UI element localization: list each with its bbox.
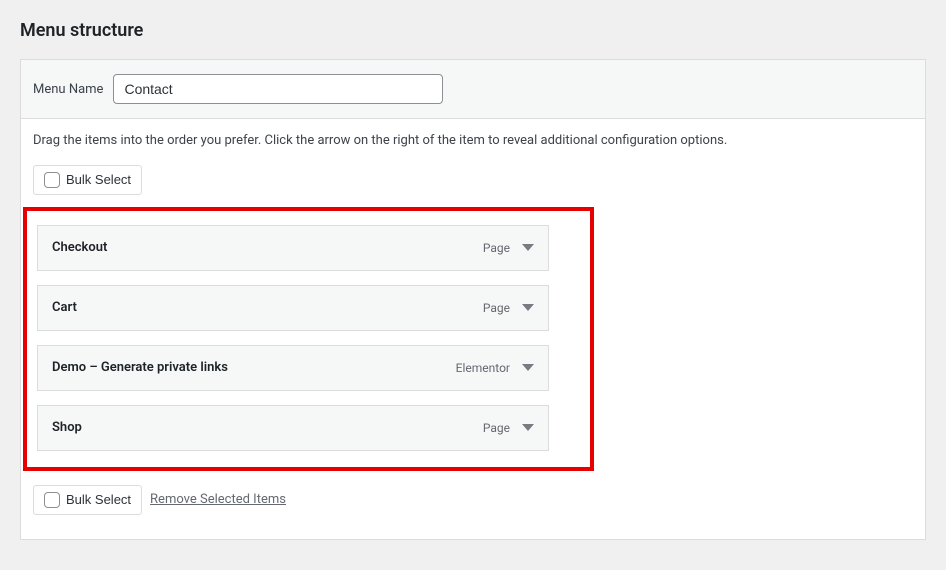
menu-name-label: Menu Name	[33, 82, 103, 97]
menu-item[interactable]: Demo – Generate private links Elementor	[37, 345, 549, 391]
menu-item-type: Elementor	[456, 361, 510, 375]
menu-item-title: Checkout	[52, 240, 107, 255]
checkbox-icon	[44, 172, 60, 188]
highlight-box: Checkout Page Cart Page	[23, 207, 594, 471]
menu-item-controls: Page	[483, 301, 534, 315]
section-heading: Menu structure	[20, 20, 926, 41]
bulk-select-top-button[interactable]: Bulk Select	[33, 165, 142, 195]
menu-item-controls: Page	[483, 241, 534, 255]
menu-item-title: Demo – Generate private links	[52, 360, 228, 375]
chevron-down-icon[interactable]	[522, 244, 534, 251]
menu-item[interactable]: Shop Page	[37, 405, 549, 451]
menu-item[interactable]: Checkout Page	[37, 225, 549, 271]
menu-item-controls: Page	[483, 421, 534, 435]
menu-item-type: Page	[483, 241, 510, 255]
menu-item-title: Shop	[52, 420, 82, 435]
menu-item[interactable]: Cart Page	[37, 285, 549, 331]
menu-name-input[interactable]	[113, 74, 443, 104]
menu-item-type: Page	[483, 421, 510, 435]
chevron-down-icon[interactable]	[522, 364, 534, 371]
chevron-down-icon[interactable]	[522, 304, 534, 311]
menu-name-row: Menu Name	[21, 60, 925, 119]
bulk-select-top-row: Bulk Select	[33, 165, 913, 195]
menu-body: Drag the items into the order you prefer…	[21, 119, 925, 539]
bulk-select-bottom-label: Bulk Select	[66, 492, 131, 507]
menu-structure-panel: Menu Name Drag the items into the order …	[20, 59, 926, 540]
bulk-select-bottom-button[interactable]: Bulk Select	[33, 485, 142, 515]
menu-item-type: Page	[483, 301, 510, 315]
menu-item-title: Cart	[52, 300, 77, 315]
remove-selected-link[interactable]: Remove Selected Items	[150, 492, 286, 507]
checkbox-icon	[44, 492, 60, 508]
menu-items-list: Checkout Page Cart Page	[37, 225, 580, 451]
bulk-select-top-label: Bulk Select	[66, 172, 131, 187]
chevron-down-icon[interactable]	[522, 424, 534, 431]
menu-item-controls: Elementor	[456, 361, 534, 375]
instructions-text: Drag the items into the order you prefer…	[33, 131, 913, 151]
bulk-select-bottom-row: Bulk Select Remove Selected Items	[33, 485, 913, 515]
